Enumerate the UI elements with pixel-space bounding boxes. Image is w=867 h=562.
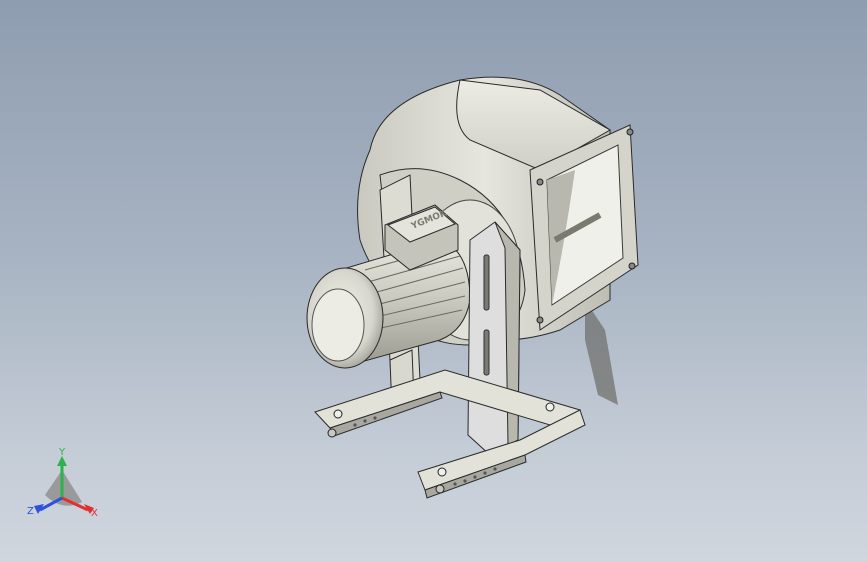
motor-end-cap-inner [311,288,365,362]
base-rail-rear[interactable] [314,369,581,429]
bracket-slot [483,254,490,311]
triad-x-label: X [91,508,98,519]
housing-shadow [585,300,618,405]
mount-bolt [435,484,445,494]
mount-bolt [327,428,337,438]
flange-bolt [536,316,544,324]
flange-bolt [628,262,636,270]
bracket-slot [483,329,490,376]
mount-bolt [437,467,447,477]
flange-bolt [626,128,634,136]
flange-bolt [536,178,544,186]
graphics-viewport[interactable]: YGMOK Y X Z [0,0,867,562]
mount-bolt [545,402,555,412]
fan-model[interactable]: YGMOK Y X Z [0,0,867,562]
triad-y-label: Y [58,447,66,458]
mount-bolt [333,409,343,419]
view-orientation-triad[interactable]: Y X Z [27,447,98,519]
triad-z-label: Z [27,506,34,517]
